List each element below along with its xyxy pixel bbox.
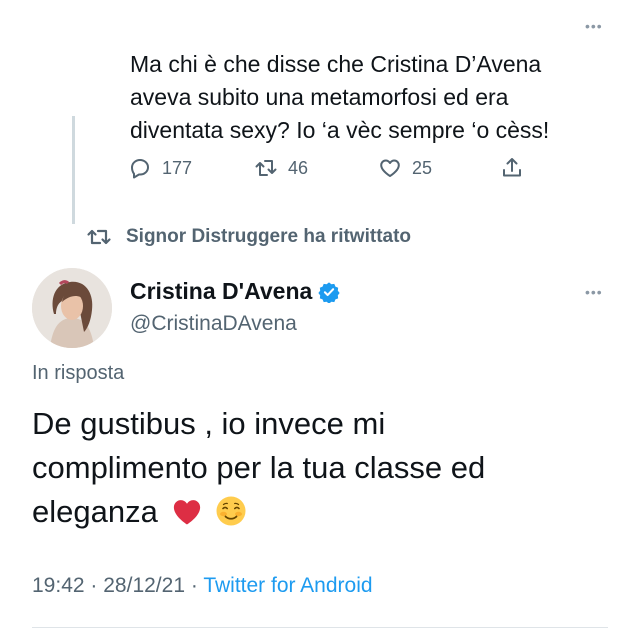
meta-separator: ·: [190, 574, 198, 597]
tweet-text-line: complimento per la tua classe ed: [32, 450, 486, 485]
like-count: 25: [412, 157, 433, 178]
avatar[interactable]: [32, 268, 112, 348]
thread-connector-line: [72, 116, 75, 224]
user-handle[interactable]: @CristinaDAvena: [130, 312, 297, 336]
retweet-count: 46: [288, 157, 309, 178]
retweet-icon: [87, 229, 111, 245]
retweet-notice-text: Signor Distruggere ha ritwittato: [126, 226, 412, 247]
previous-tweet-line: aveva subito una metamorfosi ed era: [130, 84, 509, 110]
tweet-meta: 19:42 · 28/12/21 · Twitter for Android: [32, 574, 373, 598]
heart-icon: [380, 159, 400, 177]
verified-badge-icon: [318, 281, 340, 303]
retweet-notice[interactable]: Signor Distruggere ha ritwittato: [86, 226, 411, 248]
share-icon: [503, 158, 521, 177]
tweet-text-line-with-emojis: eleganza: [32, 490, 592, 539]
heart-emoji: [172, 494, 202, 538]
tweet-text-line: eleganza: [32, 494, 158, 529]
avatar-photo: [32, 268, 112, 348]
previous-tweet-line: diventata sexy? Io ‘a vèc sempre ‘o cèss…: [130, 117, 550, 143]
more-options-icon[interactable]: •••: [585, 284, 603, 300]
reply-count: 177: [162, 157, 193, 178]
tweet-time[interactable]: 19:42: [32, 574, 85, 597]
share-button[interactable]: [500, 156, 524, 180]
tweet-source-link[interactable]: Twitter for Android: [203, 574, 372, 597]
tweet-date[interactable]: 28/12/21: [103, 574, 185, 597]
like-button[interactable]: 25: [378, 156, 432, 180]
reply-icon: [131, 159, 149, 179]
previous-tweet-actions: 177 46 25: [128, 156, 548, 186]
more-options-icon[interactable]: •••: [585, 18, 603, 34]
divider: [32, 627, 608, 628]
previous-tweet-line: Ma chi è che disse che Cristina D’Avena: [130, 51, 542, 77]
display-name-text: Cristina D'Avena: [130, 278, 313, 304]
retweet-button[interactable]: 46: [254, 156, 308, 180]
meta-separator: ·: [90, 574, 98, 597]
display-name[interactable]: Cristina D'Avena: [130, 278, 340, 305]
retweet-icon: [255, 160, 277, 176]
tweet-text-line: De gustibus , io invece mi: [32, 406, 386, 441]
reply-button[interactable]: 177: [128, 156, 192, 180]
smiling-face-emoji: [215, 495, 247, 539]
previous-tweet-text: Ma chi è che disse che Cristina D’Avena …: [130, 48, 610, 147]
tweet-text: De gustibus , io invece mi complimento p…: [32, 402, 592, 539]
reply-label: In risposta: [32, 362, 125, 384]
